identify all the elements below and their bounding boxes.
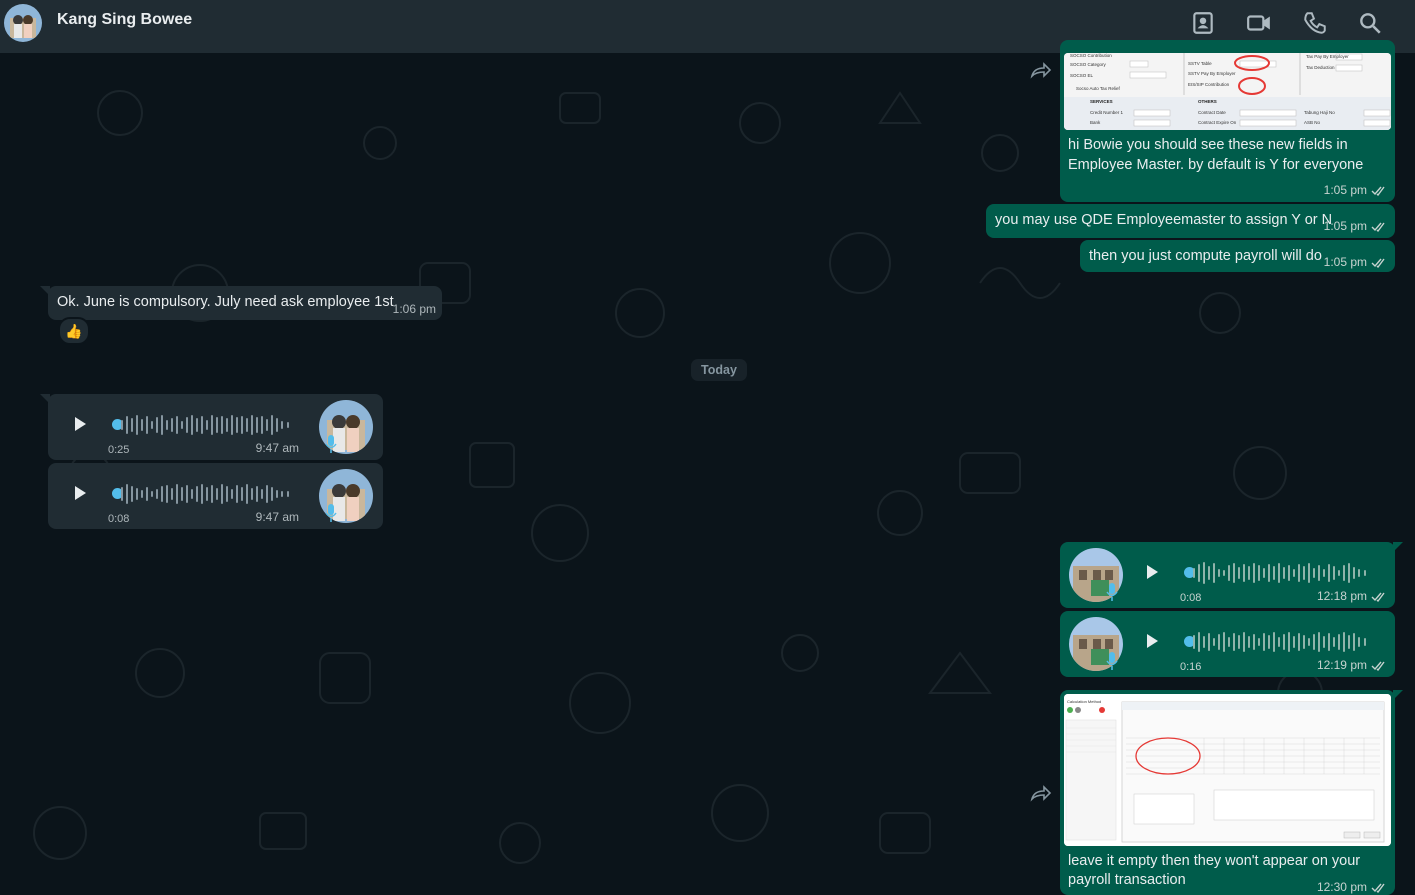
img-label-others: OTHERS — [1198, 99, 1217, 104]
microphone-icon — [325, 504, 337, 522]
message-text: you may use QDE Employeemaster to assign… — [995, 212, 1333, 228]
img-label-socso-category: SOCSO Category — [1070, 62, 1107, 67]
img-label-tabung: Tabung Haji No — [1304, 110, 1335, 115]
image-caption-line2: Employee Master. by default is Y for eve… — [1068, 157, 1364, 173]
message-meta: 1:05 pm — [1324, 219, 1387, 233]
read-ticks-icon — [1371, 186, 1385, 196]
contacts-icon[interactable] — [1190, 10, 1216, 36]
message-time: 9:47 am — [255, 510, 299, 524]
img-label-socso-auto: Socso Auto Tax Relief — [1076, 86, 1120, 91]
play-icon[interactable] — [1142, 631, 1162, 651]
bubble-tail — [40, 286, 50, 296]
voice-duration: 0:08 — [1180, 592, 1202, 604]
video-call-icon[interactable] — [1246, 10, 1272, 36]
img-label-credit-number: Credit Number 1 — [1090, 110, 1124, 115]
date-divider: Today — [691, 359, 747, 381]
reaction-badge[interactable]: 👍 — [58, 317, 90, 345]
microphone-icon — [325, 435, 337, 453]
message-meta: 12:30 pm — [1317, 880, 1387, 894]
img-label-tax-pay: Tax Pay By Employer — [1306, 54, 1349, 59]
img-label-calc-method: Calculation Method — [1067, 699, 1101, 704]
voice-message[interactable]: 0:16 12:19 pm — [1060, 611, 1395, 677]
message-meta: 12:18 pm — [1317, 589, 1387, 603]
message-bubble-text[interactable]: Ok. June is compulsory. July need ask em… — [40, 286, 442, 320]
message-meta: 1:06 pm — [393, 302, 436, 316]
voice-duration: 0:08 — [108, 513, 130, 525]
img-label-sstv-pay-by: SSTV Pay By Employer — [1188, 71, 1236, 76]
voice-message[interactable]: 0:08 9:47 am — [48, 463, 383, 529]
voice-message[interactable]: 0:25 9:47 am — [40, 394, 383, 460]
microphone-icon — [1106, 583, 1118, 601]
message-meta: 1:05 pm — [1324, 183, 1387, 197]
img-label-tax-deduction: Tax Deduction — [1306, 65, 1335, 70]
message-time: 1:06 pm — [392, 302, 436, 316]
bubble-tail — [1393, 542, 1403, 552]
message-time: 12:30 pm — [1316, 880, 1367, 894]
message-time: 1:05 pm — [1323, 219, 1367, 233]
message-bubble-text[interactable]: then you just compute payroll will do 1:… — [1080, 240, 1395, 272]
microphone-icon — [1106, 652, 1118, 670]
voice-waveform[interactable] — [1190, 630, 1370, 654]
voice-duration: 0:25 — [108, 444, 130, 456]
img-label-bank: Bank — [1090, 120, 1101, 125]
shared-screenshot-image[interactable]: Calculation Method — [1064, 694, 1391, 846]
play-icon[interactable] — [1142, 562, 1162, 582]
message-bubble-image[interactable]: SOCSO Contribution SOCSO Category SOCSO … — [1060, 40, 1395, 202]
read-ticks-icon — [1371, 222, 1385, 232]
message-bubble-text[interactable]: you may use QDE Employeemaster to assign… — [986, 204, 1395, 238]
voice-waveform[interactable] — [1190, 561, 1370, 585]
read-ticks-icon — [1371, 883, 1385, 893]
message-time: 9:47 am — [255, 441, 299, 455]
message-text: Ok. June is compulsory. July need ask em… — [57, 294, 394, 310]
message-meta: 12:19 pm — [1317, 658, 1387, 672]
message-meta: 9:47 am — [256, 441, 299, 455]
read-ticks-icon — [1371, 661, 1385, 671]
read-ticks-icon — [1371, 258, 1385, 268]
img-label-services: SERVICES — [1090, 99, 1113, 104]
img-label-contract-date: Contract Date — [1198, 110, 1226, 115]
play-icon[interactable] — [70, 483, 90, 503]
message-time: 1:05 pm — [1323, 255, 1367, 269]
message-time: 12:19 pm — [1316, 658, 1367, 672]
image-caption-line1: hi Bowie you should see these new fields… — [1068, 137, 1348, 153]
message-time: 12:18 pm — [1316, 589, 1367, 603]
contact-name[interactable]: Kang Sing Bowee — [57, 11, 192, 29]
forward-icon[interactable] — [1030, 62, 1052, 80]
shared-screenshot-image[interactable]: SOCSO Contribution SOCSO Category SOCSO … — [1064, 53, 1391, 130]
img-label-socso-contribution: SOCSO Contribution — [1070, 53, 1112, 58]
image-caption-line1: leave it empty then they won't appear on… — [1068, 853, 1361, 869]
voice-waveform[interactable] — [118, 413, 293, 437]
img-label-sstv-table: SSTV Table — [1188, 61, 1212, 66]
bubble-tail — [40, 394, 50, 404]
voice-call-icon[interactable] — [1302, 10, 1328, 36]
message-meta: 9:47 am — [256, 510, 299, 524]
message-bubble-image[interactable]: Calculation Method leave it empty then t… — [1060, 690, 1403, 895]
play-icon[interactable] — [70, 414, 90, 434]
message-meta: 1:05 pm — [1324, 255, 1387, 269]
search-icon[interactable] — [1357, 10, 1383, 36]
img-label-contract-expire: Contract Expire On — [1198, 120, 1237, 125]
contact-avatar[interactable] — [4, 4, 42, 42]
image-caption-line2: payroll transaction — [1068, 872, 1186, 888]
message-time: 1:05 pm — [1323, 183, 1367, 197]
read-ticks-icon — [1371, 592, 1385, 602]
voice-waveform[interactable] — [118, 482, 293, 506]
voice-message[interactable]: 0:08 12:18 pm — [1060, 542, 1403, 608]
forward-icon[interactable] — [1030, 785, 1052, 803]
message-text: then you just compute payroll will do — [1089, 248, 1322, 264]
img-label-eis: EIS/SIP Contribution — [1188, 82, 1230, 87]
bubble-tail — [1393, 690, 1403, 700]
img-label-asb: ASB No — [1304, 120, 1321, 125]
img-label-socso-el: SOCSO EL — [1070, 73, 1094, 78]
voice-duration: 0:16 — [1180, 661, 1202, 673]
thumbs-up-reaction: 👍 — [65, 323, 83, 339]
